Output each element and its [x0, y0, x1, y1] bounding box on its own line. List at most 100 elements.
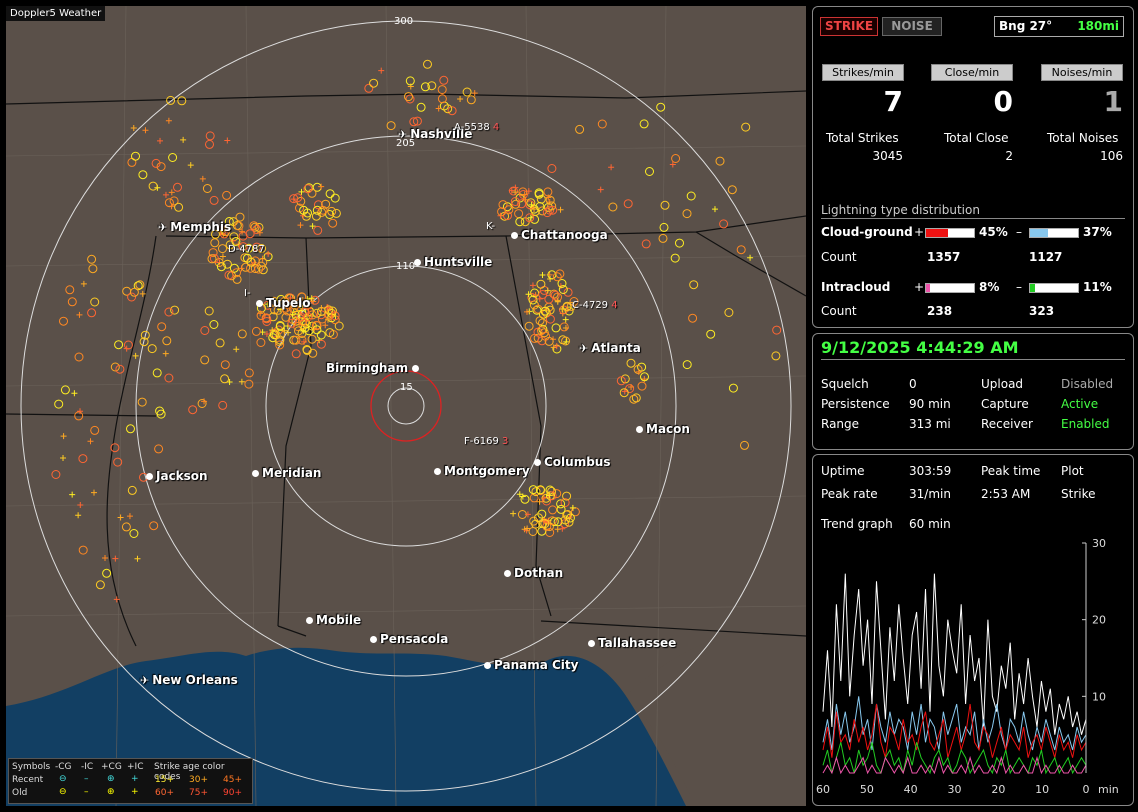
- strike-marker: [548, 505, 558, 515]
- storm-label-k[interactable]: K-: [486, 221, 495, 232]
- legend-neg-ic: -IC: [81, 762, 94, 772]
- strike-marker: [682, 209, 692, 219]
- noise-button[interactable]: NOISE: [882, 17, 942, 36]
- noises-min-value: 1: [1103, 85, 1123, 118]
- city-birmingham: Birmingham: [326, 361, 422, 375]
- strike-marker: [771, 351, 781, 361]
- peak-rate-value: 31/min: [909, 487, 951, 501]
- strike-marker: [65, 285, 75, 295]
- age-15: 15+: [155, 775, 174, 785]
- strike-marker: [537, 526, 547, 536]
- upload-value: Disabled: [1061, 377, 1114, 391]
- trend-x-tick-label: 60: [816, 783, 830, 796]
- receiver-value: Enabled: [1061, 417, 1110, 431]
- city-dot-icon: [412, 365, 420, 372]
- city-panama-city: Panama City: [484, 658, 578, 672]
- strike-marker: [154, 444, 164, 454]
- strike-marker: [222, 190, 232, 200]
- city-dot-icon: [588, 640, 595, 647]
- ic-marker: [180, 136, 187, 143]
- city-columbus: Columbus: [534, 455, 611, 469]
- pos-cg-recent-icon: ⊕: [107, 774, 115, 784]
- strike-button[interactable]: STRIKE: [820, 17, 878, 36]
- ic-marker: [378, 67, 385, 74]
- storm-label-f[interactable]: F-6169 3: [464, 436, 508, 447]
- strike-marker: [325, 189, 335, 199]
- legend-pos-cg: +CG: [101, 762, 122, 772]
- ic-marker: [91, 489, 98, 496]
- strike-marker: [626, 358, 636, 368]
- strikes-min-header[interactable]: Strikes/min: [822, 64, 904, 81]
- total-close-label: Total Close: [944, 131, 1009, 145]
- strike-marker: [561, 336, 571, 346]
- plot-label: Plot: [1061, 464, 1084, 478]
- ic-marker: [162, 350, 169, 357]
- ic-marker: [80, 280, 87, 287]
- storm-label-a[interactable]: A-5538 4: [454, 122, 499, 133]
- bearing-value: Bng 27°: [999, 19, 1053, 33]
- airport-icon: ✈: [158, 221, 168, 234]
- plot-value[interactable]: Strike: [1061, 487, 1096, 501]
- strike-marker: [575, 124, 585, 134]
- ic-marker: [102, 555, 109, 562]
- airport-icon: ✈: [579, 342, 589, 355]
- close-min-value: 0: [993, 85, 1013, 118]
- close-min-header[interactable]: Close/min: [931, 64, 1013, 81]
- cg-neg-pct: 37%: [1083, 225, 1112, 239]
- ic-marker: [553, 343, 560, 350]
- ic-pos-bar-fill: [926, 284, 930, 292]
- cg-neg-count: 1127: [1029, 250, 1063, 264]
- strike-marker: [173, 182, 182, 192]
- storm-label-d[interactable]: D-4787: [228, 244, 265, 255]
- strike-marker: [364, 83, 374, 93]
- strike-marker: [316, 330, 326, 340]
- trend-span-value[interactable]: 60 min: [909, 517, 951, 531]
- strike-marker: [90, 425, 100, 435]
- lightning-map[interactable]: 300 205 110 15 ✈ Nashville ✈ Memphis Chatt…: [6, 6, 806, 806]
- ic-marker: [457, 96, 464, 103]
- strike-marker: [369, 78, 379, 88]
- ic-marker: [233, 346, 240, 353]
- strike-marker: [545, 314, 555, 324]
- strike-marker: [127, 485, 137, 495]
- legend-pos-ic: +IC: [127, 762, 144, 772]
- ic-label: Intracloud: [821, 280, 891, 294]
- ic-marker: [168, 203, 175, 210]
- strike-marker: [629, 394, 639, 404]
- neg-ic-old-icon: –: [84, 787, 89, 797]
- trend-graph: 30 20 10 60 50 40 30 20 10 0 min: [816, 537, 1119, 796]
- ic-marker: [76, 311, 83, 318]
- ic-marker: [165, 117, 172, 124]
- ic-marker: [162, 191, 169, 198]
- strike-marker: [466, 95, 476, 105]
- strike-marker: [641, 239, 651, 249]
- strike-marker: [724, 308, 734, 317]
- strike-marker: [87, 308, 97, 318]
- symbol-legend: Symbols -CG -IC +CG +IC Strike age color…: [8, 758, 253, 804]
- ic-marker: [608, 164, 615, 171]
- city-montgomery: Montgomery: [434, 464, 530, 478]
- strike-marker: [166, 95, 176, 105]
- distance-value: 180mi: [1077, 19, 1119, 33]
- pos-cg-old-icon: ⊕: [107, 787, 115, 797]
- strike-marker: [148, 181, 158, 191]
- strike-marker: [129, 529, 139, 538]
- trend-series-line-1: [822, 696, 1087, 751]
- strike-marker: [544, 294, 554, 304]
- bearing-display: Bng 27° 180mi: [994, 16, 1124, 37]
- airport-icon: ✈: [140, 674, 150, 687]
- ic-marker: [529, 282, 536, 289]
- city-dothan: Dothan: [504, 566, 563, 580]
- ic-marker: [142, 127, 149, 134]
- peak-rate-label: Peak rate: [821, 487, 878, 501]
- legend-old-label: Old: [12, 788, 28, 798]
- current-datetime: 9/12/2025 4:44:29 AM: [821, 338, 1019, 357]
- strike-marker: [200, 326, 210, 335]
- strike-marker: [220, 374, 230, 384]
- ic-marker: [559, 525, 566, 532]
- strike-marker: [170, 305, 180, 315]
- storm-label-c[interactable]: C-4729 4: [572, 300, 618, 311]
- storm-label-i[interactable]: I-: [244, 288, 251, 299]
- trend-x-tick-label: 20: [991, 783, 1005, 796]
- noises-min-header[interactable]: Noises/min: [1041, 64, 1123, 81]
